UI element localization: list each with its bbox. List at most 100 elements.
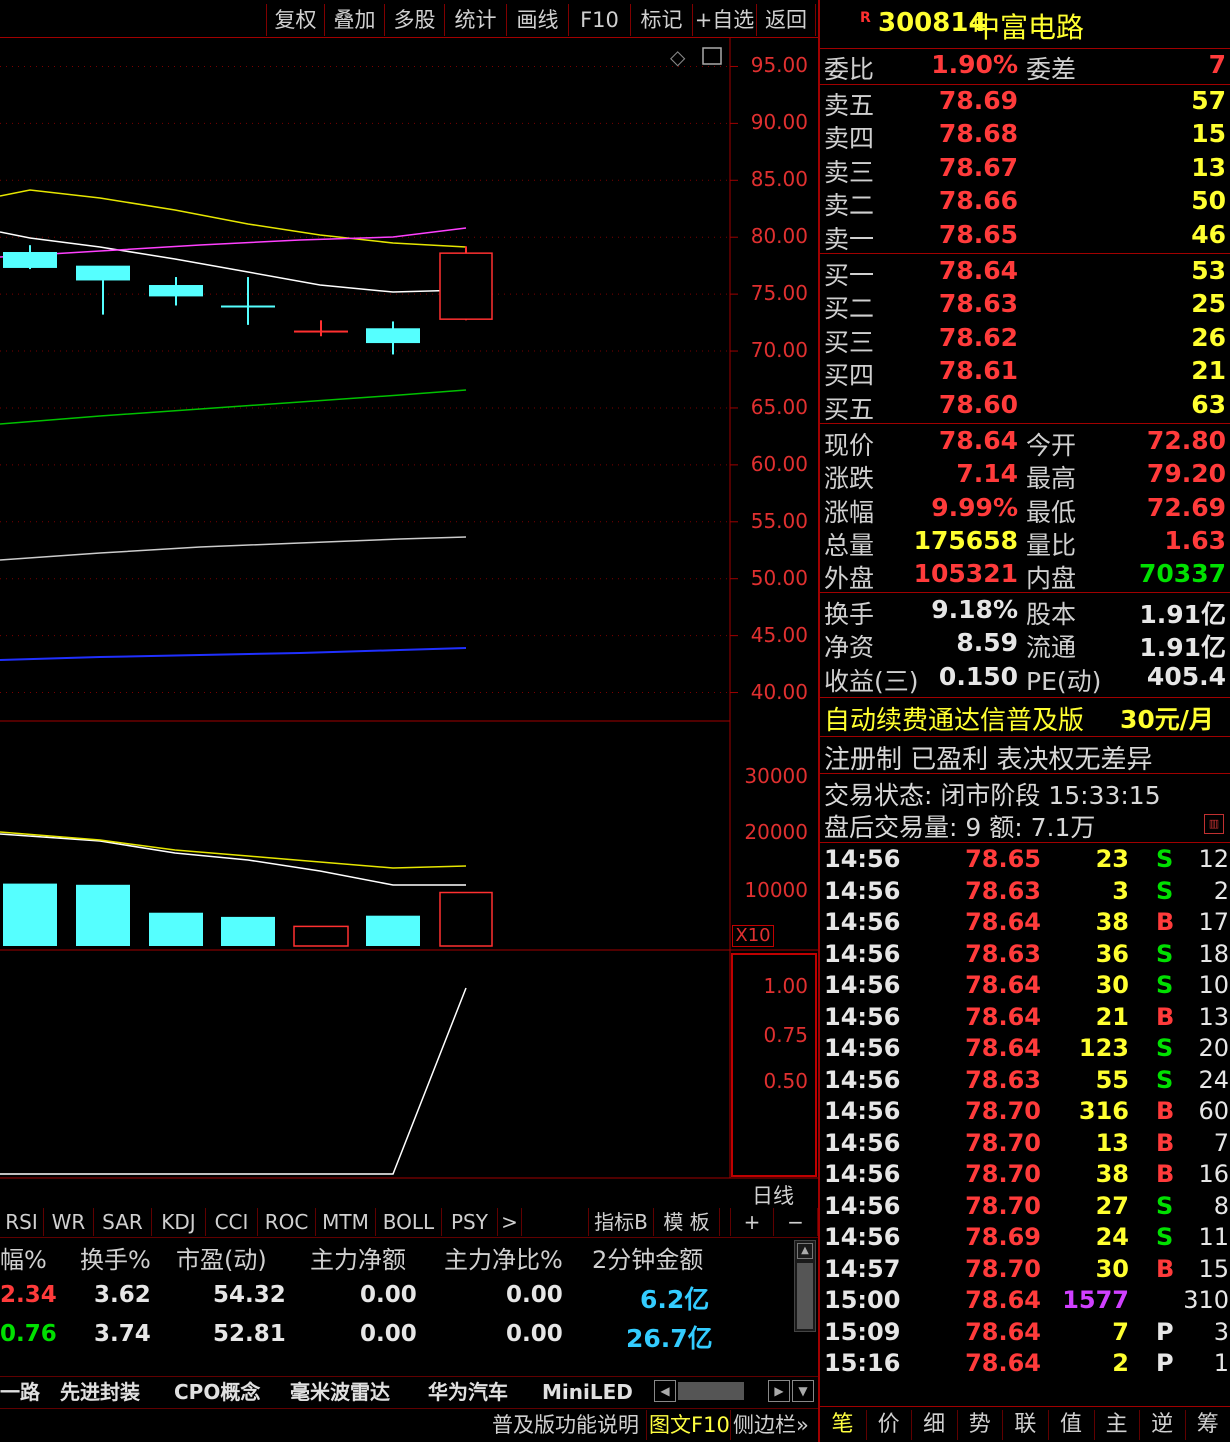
kline-svg[interactable]: ◇ xyxy=(0,38,818,1206)
volume-bar[interactable] xyxy=(76,884,130,946)
volume-bar[interactable] xyxy=(293,925,349,947)
bids-row[interactable]: 买二 78.63 25 xyxy=(824,289,1226,323)
tick-row[interactable]: 14:56 78.64 38 B 17 xyxy=(824,908,1229,939)
function-tab[interactable]: 势 xyxy=(956,1410,1002,1440)
bids-row[interactable]: 买一 78.64 53 xyxy=(824,256,1226,290)
asks-row[interactable]: 卖二 78.66 50 xyxy=(824,186,1226,220)
tick-row[interactable]: 14:56 78.63 3 S 2 xyxy=(824,877,1229,908)
function-tab[interactable]: 主 xyxy=(1093,1410,1139,1440)
ad-text[interactable]: 自动续费通达信普及版 xyxy=(824,700,1084,737)
tick-row[interactable]: 14:56 78.63 55 S 24 xyxy=(824,1066,1229,1097)
candle-body[interactable] xyxy=(221,305,275,308)
tick-row[interactable]: 14:56 78.70 27 S 8 xyxy=(824,1192,1229,1223)
tick-row[interactable]: 14:56 78.64 123 S 20 xyxy=(824,1034,1229,1065)
candle-body[interactable] xyxy=(294,330,348,333)
tab-wr[interactable]: WR xyxy=(44,1208,94,1236)
function-tab[interactable]: 细 xyxy=(911,1410,956,1440)
mark-button[interactable]: 标记 xyxy=(630,4,692,36)
function-tab[interactable]: 价 xyxy=(865,1410,911,1440)
bids-row[interactable]: 买三 78.62 26 xyxy=(824,323,1226,357)
ad-price[interactable]: 30元/月 xyxy=(1120,700,1214,736)
block-tab[interactable]: CPO概念 xyxy=(174,1378,260,1406)
function-tab[interactable]: 筹 xyxy=(1184,1410,1230,1440)
function-tab[interactable]: 值 xyxy=(1048,1410,1093,1440)
tab-mtm[interactable]: MTM xyxy=(316,1208,376,1236)
candle-body[interactable] xyxy=(3,252,57,268)
col-header[interactable]: 主力净比% xyxy=(444,1240,563,1275)
table-scrollbar[interactable]: ▲ xyxy=(794,1240,816,1332)
asks-row[interactable]: 卖五 78.69 57 xyxy=(824,86,1226,120)
block-tab[interactable]: 一路 xyxy=(0,1378,40,1406)
draw-line-button[interactable]: 画线 xyxy=(506,4,568,36)
block-tab[interactable]: 先进封装 xyxy=(60,1378,140,1406)
volume-bar[interactable] xyxy=(221,916,275,946)
back-button[interactable]: 返回 xyxy=(756,4,816,36)
tab-kdj[interactable]: KDJ xyxy=(152,1208,206,1236)
dropdown-icon[interactable]: ▼ xyxy=(792,1380,814,1402)
block-tab[interactable]: MiniLED xyxy=(542,1378,633,1406)
zoom-out-button[interactable]: − xyxy=(774,1208,818,1236)
tab-psy[interactable]: PSY xyxy=(442,1208,498,1236)
fuquan-button[interactable]: 复权 xyxy=(266,4,324,36)
candle-body[interactable] xyxy=(439,252,493,320)
volume-bar[interactable] xyxy=(439,891,493,947)
tick-row[interactable]: 14:56 78.63 36 S 18 xyxy=(824,940,1229,971)
tick-row[interactable]: 14:56 78.70 316 B 60 xyxy=(824,1097,1229,1128)
col-header[interactable]: 主力净额 xyxy=(310,1240,406,1275)
statistics-button[interactable]: 统计 xyxy=(444,4,506,36)
block-tab[interactable]: 毫米波雷达 xyxy=(290,1378,390,1406)
volume-bar[interactable] xyxy=(366,915,420,946)
tab-cci[interactable]: CCI xyxy=(206,1208,258,1236)
tick-row[interactable]: 14:57 78.70 30 B 15 xyxy=(824,1255,1229,1286)
multi-stock-button[interactable]: 多股 xyxy=(384,4,444,36)
f10-text-link[interactable]: 图文F10 xyxy=(646,1410,730,1440)
f10-button[interactable]: F10 xyxy=(568,4,630,36)
tick-row[interactable]: 15:09 78.64 7 P 3 xyxy=(824,1318,1229,1349)
tab-sar[interactable]: SAR xyxy=(94,1208,152,1236)
window-toggle-icon[interactable] xyxy=(702,47,722,65)
col-header[interactable]: 幅% xyxy=(0,1240,47,1275)
tab-roc[interactable]: ROC xyxy=(258,1208,316,1236)
tick-row[interactable]: 14:56 78.64 30 S 10 xyxy=(824,971,1229,1002)
tick-row[interactable]: 14:56 78.70 38 B 16 xyxy=(824,1160,1229,1191)
asks-row[interactable]: 卖三 78.67 13 xyxy=(824,153,1226,187)
add-watchlist-button[interactable]: +自选 xyxy=(692,4,756,36)
bids-row[interactable]: 买五 78.60 63 xyxy=(824,390,1226,424)
asks-row[interactable]: 卖一 78.65 46 xyxy=(824,220,1226,254)
template-button[interactable]: 模 板 xyxy=(654,1208,720,1236)
tick-row[interactable]: 14:56 78.65 23 S 12 xyxy=(824,845,1229,876)
diamond-icon[interactable]: ◇ xyxy=(670,45,686,69)
function-tab[interactable]: 笔 xyxy=(820,1410,865,1440)
bar-chart-icon[interactable]: ▥ xyxy=(1204,814,1224,834)
scroll-thumb[interactable] xyxy=(797,1263,813,1329)
zoom-in-button[interactable]: + xyxy=(730,1208,774,1236)
col-header[interactable]: 2分钟金额 xyxy=(592,1240,703,1275)
tab-boll[interactable]: BOLL xyxy=(376,1208,442,1236)
tick-row[interactable]: 14:56 78.64 21 B 13 xyxy=(824,1003,1229,1034)
asks-row[interactable]: 卖四 78.68 15 xyxy=(824,119,1226,153)
tab-more-arrow[interactable]: > xyxy=(498,1208,522,1236)
block-tab[interactable]: 华为汽车 xyxy=(428,1378,508,1406)
scroll-left-icon[interactable]: ◀ xyxy=(654,1380,676,1402)
volume-bar[interactable] xyxy=(149,912,203,946)
basic-help-link[interactable]: 普及版功能说明 xyxy=(492,1410,639,1440)
tab-rsi[interactable]: RSI xyxy=(0,1208,44,1236)
tick-row[interactable]: 15:00 78.64 1577 310 xyxy=(824,1286,1229,1317)
sidebar-toggle[interactable]: 侧边栏» xyxy=(730,1410,809,1440)
tick-row[interactable]: 15:16 78.64 2 P 1 xyxy=(824,1349,1229,1380)
overlay-button[interactable]: 叠加 xyxy=(324,4,384,36)
indicator-b-button[interactable]: 指标B xyxy=(588,1208,654,1236)
function-tab[interactable]: 逆 xyxy=(1139,1410,1184,1440)
col-header[interactable]: 换手% xyxy=(80,1240,151,1275)
bids-row[interactable]: 买四 78.61 21 xyxy=(824,356,1226,390)
col-header[interactable]: 市盈(动) xyxy=(176,1240,267,1275)
scroll-up-icon[interactable]: ▲ xyxy=(797,1243,813,1259)
block-scroll-thumb[interactable] xyxy=(678,1382,744,1400)
candle-body[interactable] xyxy=(149,285,203,297)
candle-body[interactable] xyxy=(76,265,130,281)
kline-chart-area[interactable]: ◇ 95.00 90.00 85.00 80.00 75.00 70.00 65.00 60.… xyxy=(0,38,818,1208)
scroll-right-icon[interactable]: ▶ xyxy=(768,1380,790,1402)
tick-row[interactable]: 14:56 78.69 24 S 11 xyxy=(824,1223,1229,1254)
volume-bar[interactable] xyxy=(3,883,57,946)
function-tab[interactable]: 联 xyxy=(1002,1410,1047,1440)
